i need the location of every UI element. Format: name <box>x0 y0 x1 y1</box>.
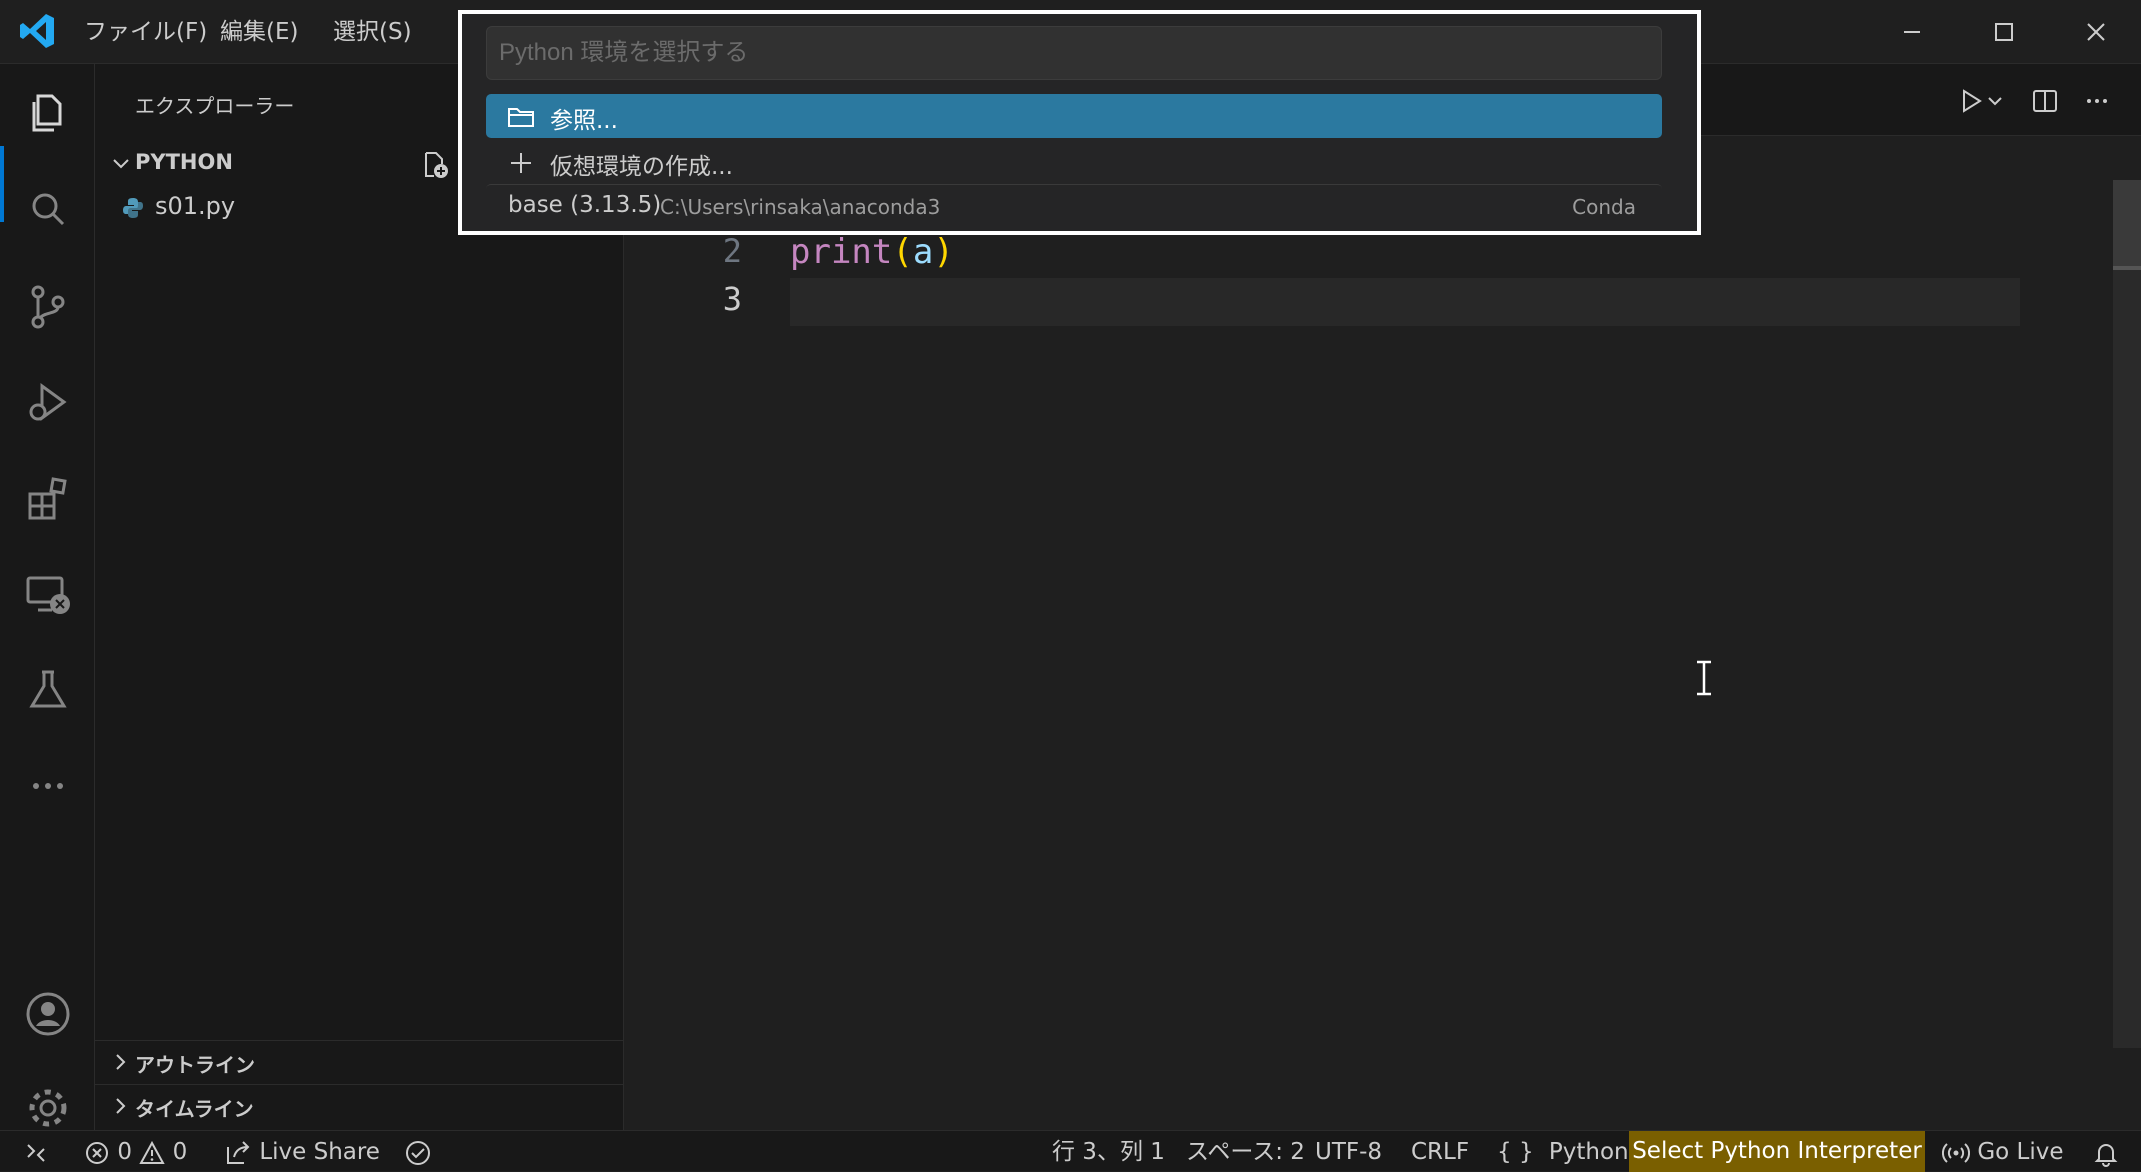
end-of-line[interactable]: CRLF <box>1411 1137 1469 1167</box>
manage-gear-icon[interactable] <box>20 1080 76 1136</box>
browse-option-label: 参照... <box>550 108 618 134</box>
problems-indicator[interactable]: 0 0 <box>84 1137 187 1167</box>
timeline-section-header[interactable]: タイムライン <box>95 1084 624 1128</box>
extensions-icon[interactable] <box>20 470 76 526</box>
explorer-icon[interactable] <box>20 84 76 140</box>
line-number: 2 <box>722 232 742 270</box>
line-number: 3 <box>722 280 742 318</box>
vscode-logo-icon <box>18 12 56 50</box>
menu-file[interactable]: ファイル(F) <box>84 14 207 50</box>
add-icon <box>506 148 536 178</box>
accounts-icon[interactable] <box>20 986 76 1042</box>
language-mode[interactable]: { } Python <box>1497 1137 1629 1167</box>
braces-icon: { } <box>1497 1139 1534 1165</box>
language-label: Python <box>1548 1139 1629 1165</box>
browse-option[interactable]: 参照... <box>486 94 1662 138</box>
editor-scrollbar[interactable] <box>2113 180 2141 1048</box>
code-token-variable: a <box>912 232 934 272</box>
file-name: s01.py <box>155 192 236 220</box>
encoding[interactable]: UTF-8 <box>1315 1137 1382 1167</box>
menu-edit[interactable]: 編集(E) <box>220 14 298 50</box>
source-control-icon[interactable] <box>20 278 76 334</box>
search-icon[interactable] <box>20 182 76 238</box>
scrollbar-cursor-marker <box>2113 266 2141 270</box>
more-actions-icon[interactable] <box>2080 84 2114 118</box>
run-python-icon[interactable] <box>1954 84 1988 118</box>
code-token-paren: ) <box>933 232 954 272</box>
status-bar: 0 0 Live Share 行 3、列 1 スペース: 2 UTF-8 CRL… <box>0 1130 2141 1172</box>
testing-icon[interactable] <box>20 662 76 718</box>
folder-icon <box>506 102 536 132</box>
outline-section-header[interactable]: アウトライン <box>95 1040 624 1084</box>
code-token-function: print <box>790 232 893 272</box>
code-token-paren: ( <box>892 232 913 272</box>
split-editor-icon[interactable] <box>2028 84 2062 118</box>
indentation[interactable]: スペース: 2 <box>1186 1137 1305 1167</box>
minimize-button[interactable] <box>1890 10 1934 54</box>
go-live-button[interactable]: Go Live <box>1941 1137 2064 1167</box>
warning-icon <box>139 1139 165 1165</box>
broadcast-icon <box>1941 1139 1971 1165</box>
close-window-button[interactable] <box>2074 10 2118 54</box>
run-dropdown-chevron-icon[interactable] <box>1986 84 2004 118</box>
environment-label: base (3.13.5) <box>508 192 662 218</box>
remote-indicator-icon[interactable] <box>22 1137 50 1167</box>
text-cursor-icon <box>1692 658 1716 698</box>
live-share-button[interactable]: Live Share <box>224 1137 380 1167</box>
outline-section-label: アウトライン <box>135 1053 255 1077</box>
environment-option-base[interactable]: base (3.13.5) C:\Users\rinsaka\anaconda3… <box>486 184 1662 228</box>
error-count: 0 <box>117 1139 132 1165</box>
menu-selection[interactable]: 選択(S) <box>333 14 412 50</box>
timeline-section-label: タイムライン <box>135 1097 254 1121</box>
go-live-label: Go Live <box>1977 1139 2064 1165</box>
environment-path: C:\Users\rinsaka\anaconda3 <box>660 195 941 219</box>
python-file-icon <box>121 196 145 220</box>
check-status-icon[interactable] <box>404 1137 432 1167</box>
folder-name: PYTHON <box>135 150 233 174</box>
sidebar-title: エクスプローラー <box>135 94 295 118</box>
chevron-right-icon <box>109 1051 131 1073</box>
active-view-indicator <box>0 146 4 222</box>
cursor-position[interactable]: 行 3、列 1 <box>1052 1137 1165 1167</box>
error-icon <box>84 1139 110 1165</box>
warning-count: 0 <box>172 1139 188 1165</box>
create-venv-option-label: 仮想環境の作成... <box>550 154 733 180</box>
live-share-label: Live Share <box>259 1139 380 1165</box>
run-debug-icon[interactable] <box>20 374 76 430</box>
remote-explorer-icon[interactable] <box>20 566 76 622</box>
chevron-down-icon <box>109 152 133 176</box>
scrollbar-thumb[interactable] <box>2113 180 2141 268</box>
activity-bar <box>0 64 95 1130</box>
notifications-bell-icon[interactable] <box>2092 1137 2120 1167</box>
select-interpreter-button[interactable]: Select Python Interpreter <box>1629 1131 1925 1172</box>
code-line[interactable]: print(a) <box>790 232 954 272</box>
maximize-button[interactable] <box>1982 10 2026 54</box>
current-line-highlight <box>790 278 2020 326</box>
more-icon[interactable] <box>20 758 76 814</box>
quick-pick-dialog: 参照... 仮想環境の作成... base (3.13.5) C:\Users\… <box>458 10 1701 235</box>
environment-search-input[interactable] <box>486 26 1662 80</box>
live-share-icon <box>224 1139 252 1165</box>
chevron-right-icon <box>109 1095 131 1117</box>
create-venv-option[interactable]: 仮想環境の作成... <box>486 140 1662 184</box>
environment-kind: Conda <box>1572 195 1636 219</box>
new-file-icon[interactable] <box>420 150 450 180</box>
